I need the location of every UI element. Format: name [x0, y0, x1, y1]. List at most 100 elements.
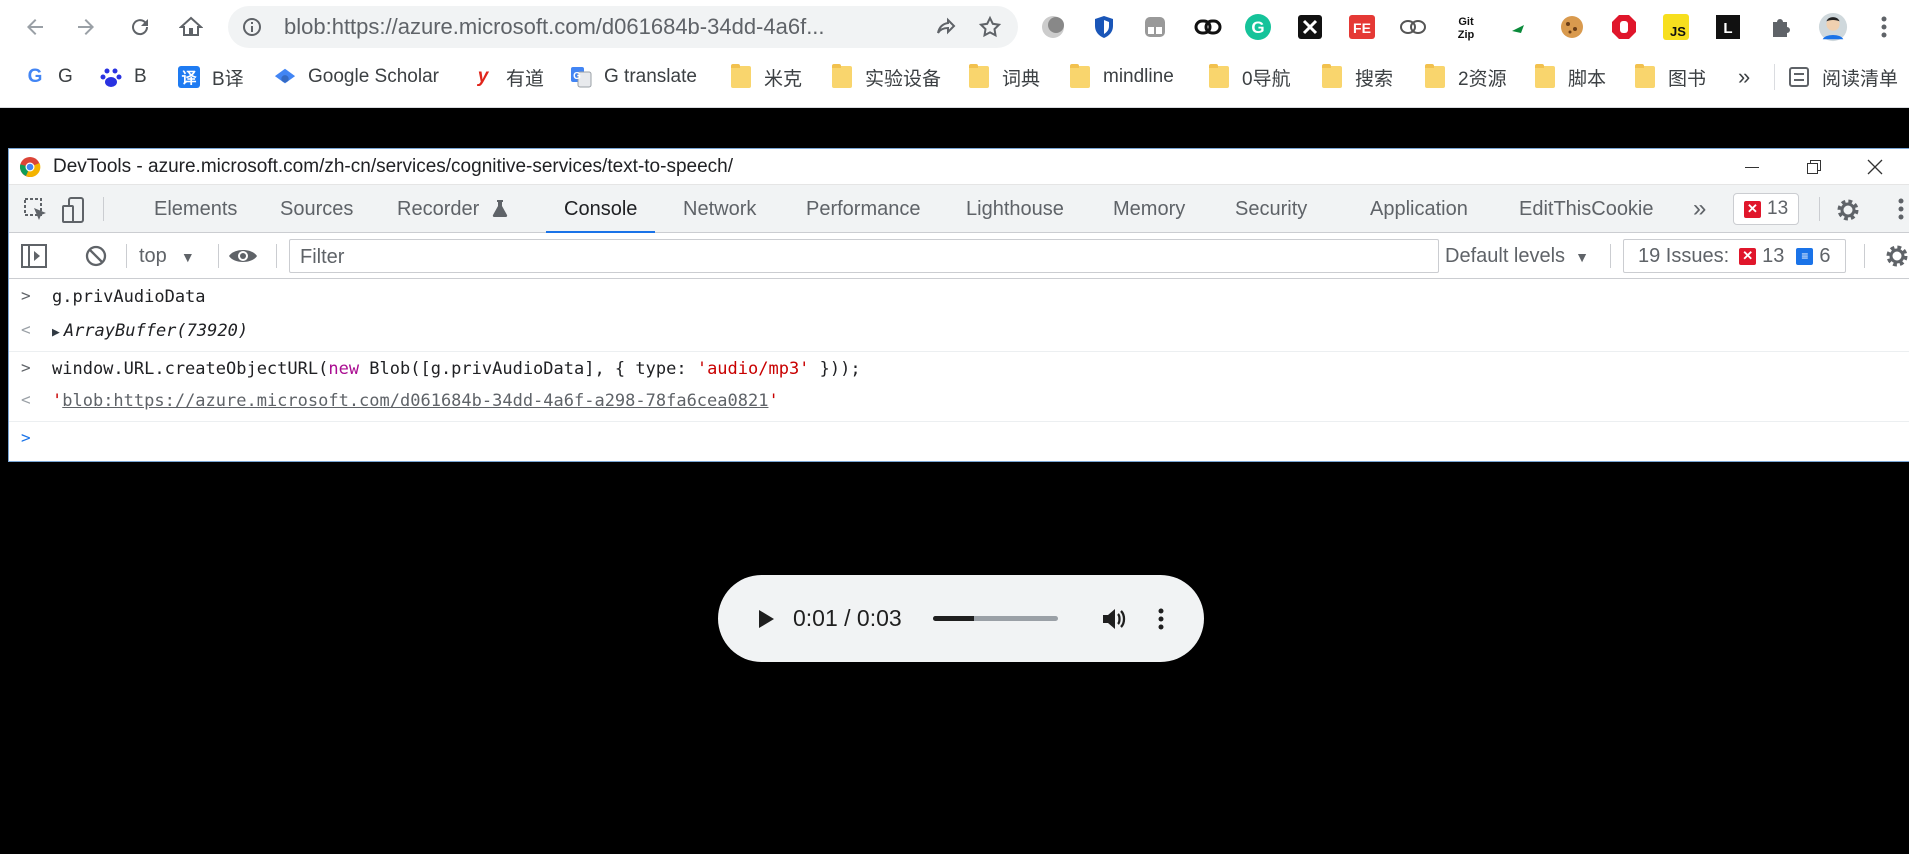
forward-button[interactable] [68, 9, 104, 45]
console-prompt-line[interactable]: > [9, 422, 1909, 456]
sidebar-toggle-icon[interactable] [21, 244, 47, 268]
blob-url-link[interactable]: blob:https://azure.microsoft.com/d061684… [62, 391, 768, 411]
reload-button[interactable] [122, 9, 158, 45]
profile-avatar[interactable] [1818, 12, 1848, 42]
bookmark-folder-mike[interactable]: 米克 [730, 54, 802, 100]
bookmarks-overflow-button[interactable]: » [1738, 54, 1750, 100]
close-button[interactable] [1845, 149, 1905, 185]
settings-gear-icon[interactable] [1835, 197, 1861, 223]
extension-stop-icon[interactable] [1609, 12, 1639, 42]
reading-list-icon [1788, 66, 1810, 88]
play-button[interactable] [746, 599, 786, 639]
extension-shield-icon[interactable] [1089, 12, 1119, 42]
extension-link-icon[interactable] [1193, 12, 1223, 42]
tab-editthiscookie[interactable]: EditThisCookie [1519, 185, 1654, 233]
restore-button[interactable] [1784, 149, 1844, 185]
console-settings-gear-icon[interactable] [1884, 243, 1909, 269]
bookmark-google-scholar[interactable]: Google Scholar [274, 54, 439, 100]
devtools-window: DevTools - azure.microsoft.com/zh-cn/ser… [8, 148, 1909, 462]
volume-button[interactable] [1094, 599, 1134, 639]
toolbar-divider [1610, 244, 1611, 268]
play-icon [759, 610, 774, 628]
address-url[interactable]: blob:https://azure.microsoft.com/d061684… [284, 6, 914, 48]
console-output: > g.privAudioData < ▶ ArrayBuffer(73920) … [9, 280, 1909, 462]
star-icon[interactable] [978, 15, 1002, 39]
more-vertical-icon [1158, 608, 1164, 630]
bookmark-folder-nav[interactable]: 0导航 [1208, 54, 1291, 100]
extension-tab-icon[interactable] [1140, 12, 1170, 42]
share-icon[interactable] [934, 15, 958, 39]
device-toolbar-icon[interactable] [61, 196, 87, 224]
extension-gitzip-icon[interactable]: Git Zip [1451, 12, 1481, 42]
console-command[interactable]: window.URL.createObjectURL(new Blob([g.p… [52, 352, 861, 386]
extension-js-icon[interactable]: JS [1661, 12, 1691, 42]
tab-lighthouse[interactable]: Lighthouse [966, 185, 1064, 233]
error-icon: ✕ [1744, 200, 1761, 218]
tab-elements[interactable]: Elements [154, 185, 237, 233]
tab-recorder[interactable]: Recorder [397, 185, 479, 233]
filter-input[interactable]: Filter [289, 239, 1439, 273]
browser-menu-icon[interactable] [1869, 12, 1899, 42]
bookmarks-divider [1774, 64, 1775, 90]
extension-gamepad-icon[interactable] [1398, 12, 1428, 42]
clear-console-icon[interactable] [85, 245, 107, 267]
bookmark-baidu[interactable]: B [100, 54, 147, 100]
folder-icon [1424, 64, 1446, 88]
svg-text:G: G [573, 71, 581, 82]
home-button[interactable] [173, 9, 209, 45]
seek-slider[interactable] [933, 616, 1058, 621]
bookmark-google-translate[interactable]: GG translate [570, 54, 697, 100]
tab-divider [1819, 197, 1820, 221]
more-options-button[interactable] [1146, 599, 1176, 639]
bookmark-google[interactable]: GG [24, 54, 73, 100]
console-result[interactable]: ▶ ArrayBuffer(73920) [52, 314, 248, 350]
extension-green-icon[interactable] [1503, 12, 1533, 42]
error-count-badge[interactable]: ✕ 13 [1733, 193, 1800, 225]
error-icon: ✕ [1739, 247, 1757, 265]
back-button[interactable] [17, 9, 53, 45]
extension-cookie-icon[interactable] [1557, 12, 1587, 42]
bookmark-baidu-translate[interactable]: 译 B译 [178, 54, 244, 100]
inspect-element-icon[interactable] [23, 197, 49, 223]
extension-grammarly-icon[interactable]: G [1243, 12, 1273, 42]
extension-fe-icon[interactable]: FE [1347, 12, 1377, 42]
devtools-menu-icon[interactable] [1898, 198, 1904, 220]
bookmark-folder-dict[interactable]: 词典 [968, 54, 1040, 100]
minimize-button[interactable] [1722, 149, 1782, 185]
tab-application[interactable]: Application [1370, 185, 1468, 233]
tab-security[interactable]: Security [1235, 185, 1307, 233]
bookmark-folder-search[interactable]: 搜索 [1321, 54, 1393, 100]
tab-performance[interactable]: Performance [806, 185, 921, 233]
reading-list-button[interactable]: 阅读清单 [1788, 54, 1898, 100]
audio-player: 0:01 / 0:03 [718, 575, 1204, 662]
live-expression-eye-icon[interactable] [228, 246, 258, 266]
toolbar-divider [1864, 244, 1865, 268]
screen: blob:https://azure.microsoft.com/d061684… [0, 0, 1909, 854]
context-selector[interactable]: top ▼ [139, 233, 195, 280]
svg-text:L: L [1723, 20, 1732, 37]
tab-sources[interactable]: Sources [280, 185, 353, 233]
more-tabs-button[interactable]: » [1693, 185, 1706, 233]
svg-text:G: G [1251, 18, 1264, 37]
bookmark-folder-resources[interactable]: 2资源 [1424, 54, 1507, 100]
extension-x-icon[interactable] [1295, 12, 1325, 42]
tab-console[interactable]: Console [545, 185, 656, 234]
bookmark-folder-scripts[interactable]: 脚本 [1534, 54, 1606, 100]
bookmark-folder-mindline[interactable]: mindline [1069, 54, 1174, 100]
extensions-puzzle-icon[interactable] [1765, 12, 1795, 42]
bookmark-folder-lab[interactable]: 实验设备 [831, 54, 941, 100]
bookmark-youdao[interactable]: y 有道 [472, 54, 544, 100]
extension-moon-icon[interactable] [1038, 12, 1068, 42]
info-icon[interactable] [242, 17, 262, 37]
expand-triangle-icon[interactable]: ▶ [52, 325, 60, 340]
issues-button[interactable]: 19 Issues: ✕ 13 ≡ 6 [1623, 239, 1846, 273]
address-bar[interactable]: blob:https://azure.microsoft.com/d061684… [228, 6, 1018, 48]
tab-memory[interactable]: Memory [1113, 185, 1185, 233]
console-command[interactable]: g.privAudioData [52, 280, 206, 314]
baidu-icon [100, 66, 122, 88]
youdao-icon: y [477, 66, 489, 87]
tab-network[interactable]: Network [683, 185, 756, 233]
log-levels-dropdown[interactable]: Default levels ▼ [1445, 233, 1589, 280]
extension-l-icon[interactable]: L [1713, 12, 1743, 42]
bookmark-folder-books[interactable]: 图书 [1634, 54, 1706, 100]
